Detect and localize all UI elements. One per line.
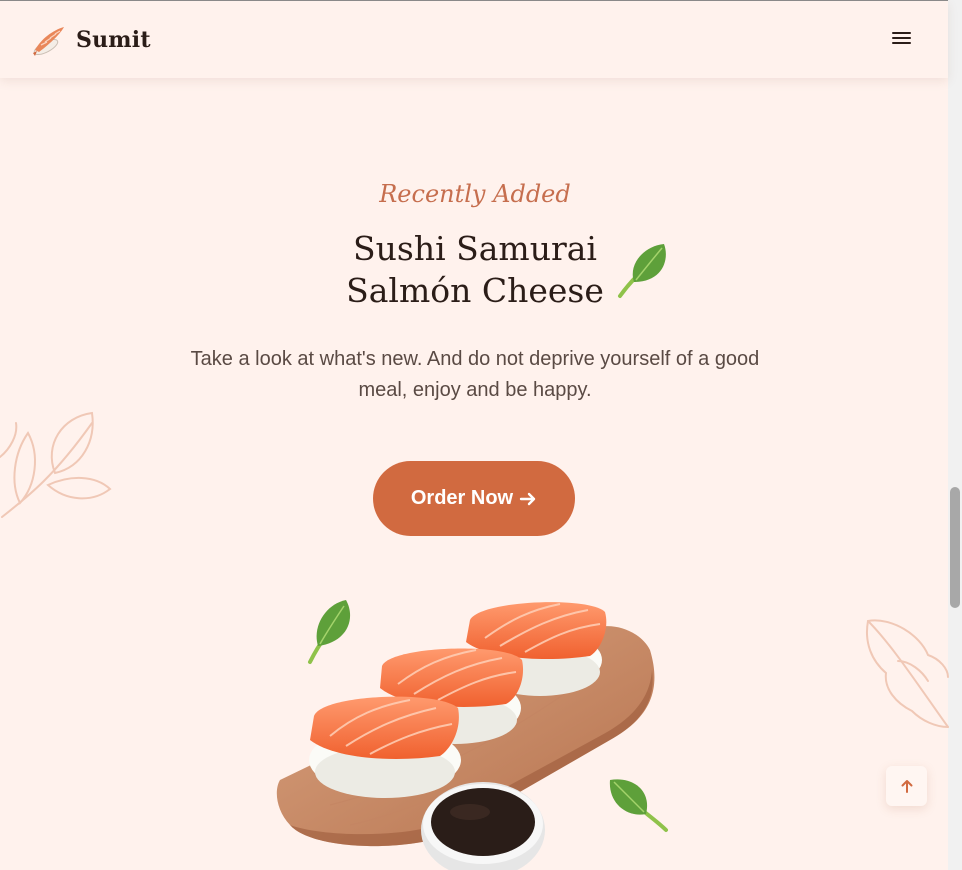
leaf-icon bbox=[618, 244, 666, 298]
hero-description: Take a look at what's new. And do not de… bbox=[190, 348, 760, 401]
brand-name: Sumit bbox=[76, 27, 151, 53]
hamburger-menu-button[interactable] bbox=[890, 29, 914, 49]
order-now-button[interactable]: Order Now bbox=[373, 461, 575, 536]
scrollbar-track[interactable] bbox=[948, 0, 962, 870]
brand-logo[interactable]: Sumit bbox=[31, 23, 151, 57]
leaf-outline-right-icon bbox=[866, 619, 949, 728]
leaf-icon bbox=[308, 600, 351, 664]
leaf-outline-left-icon bbox=[0, 411, 112, 518]
site-header: Sumit bbox=[0, 1, 948, 78]
hero-subtitle: Recently Added bbox=[379, 180, 571, 208]
leaf-icon bbox=[609, 779, 668, 832]
order-now-label: Order Now bbox=[410, 487, 514, 509]
scrollbar-thumb[interactable] bbox=[950, 487, 960, 608]
sushi-logo-icon bbox=[33, 27, 64, 56]
scroll-up-button[interactable] bbox=[886, 766, 927, 806]
arrow-up-icon bbox=[901, 780, 912, 793]
arrow-right-icon bbox=[519, 492, 536, 505]
hamburger-menu-icon bbox=[890, 32, 914, 44]
